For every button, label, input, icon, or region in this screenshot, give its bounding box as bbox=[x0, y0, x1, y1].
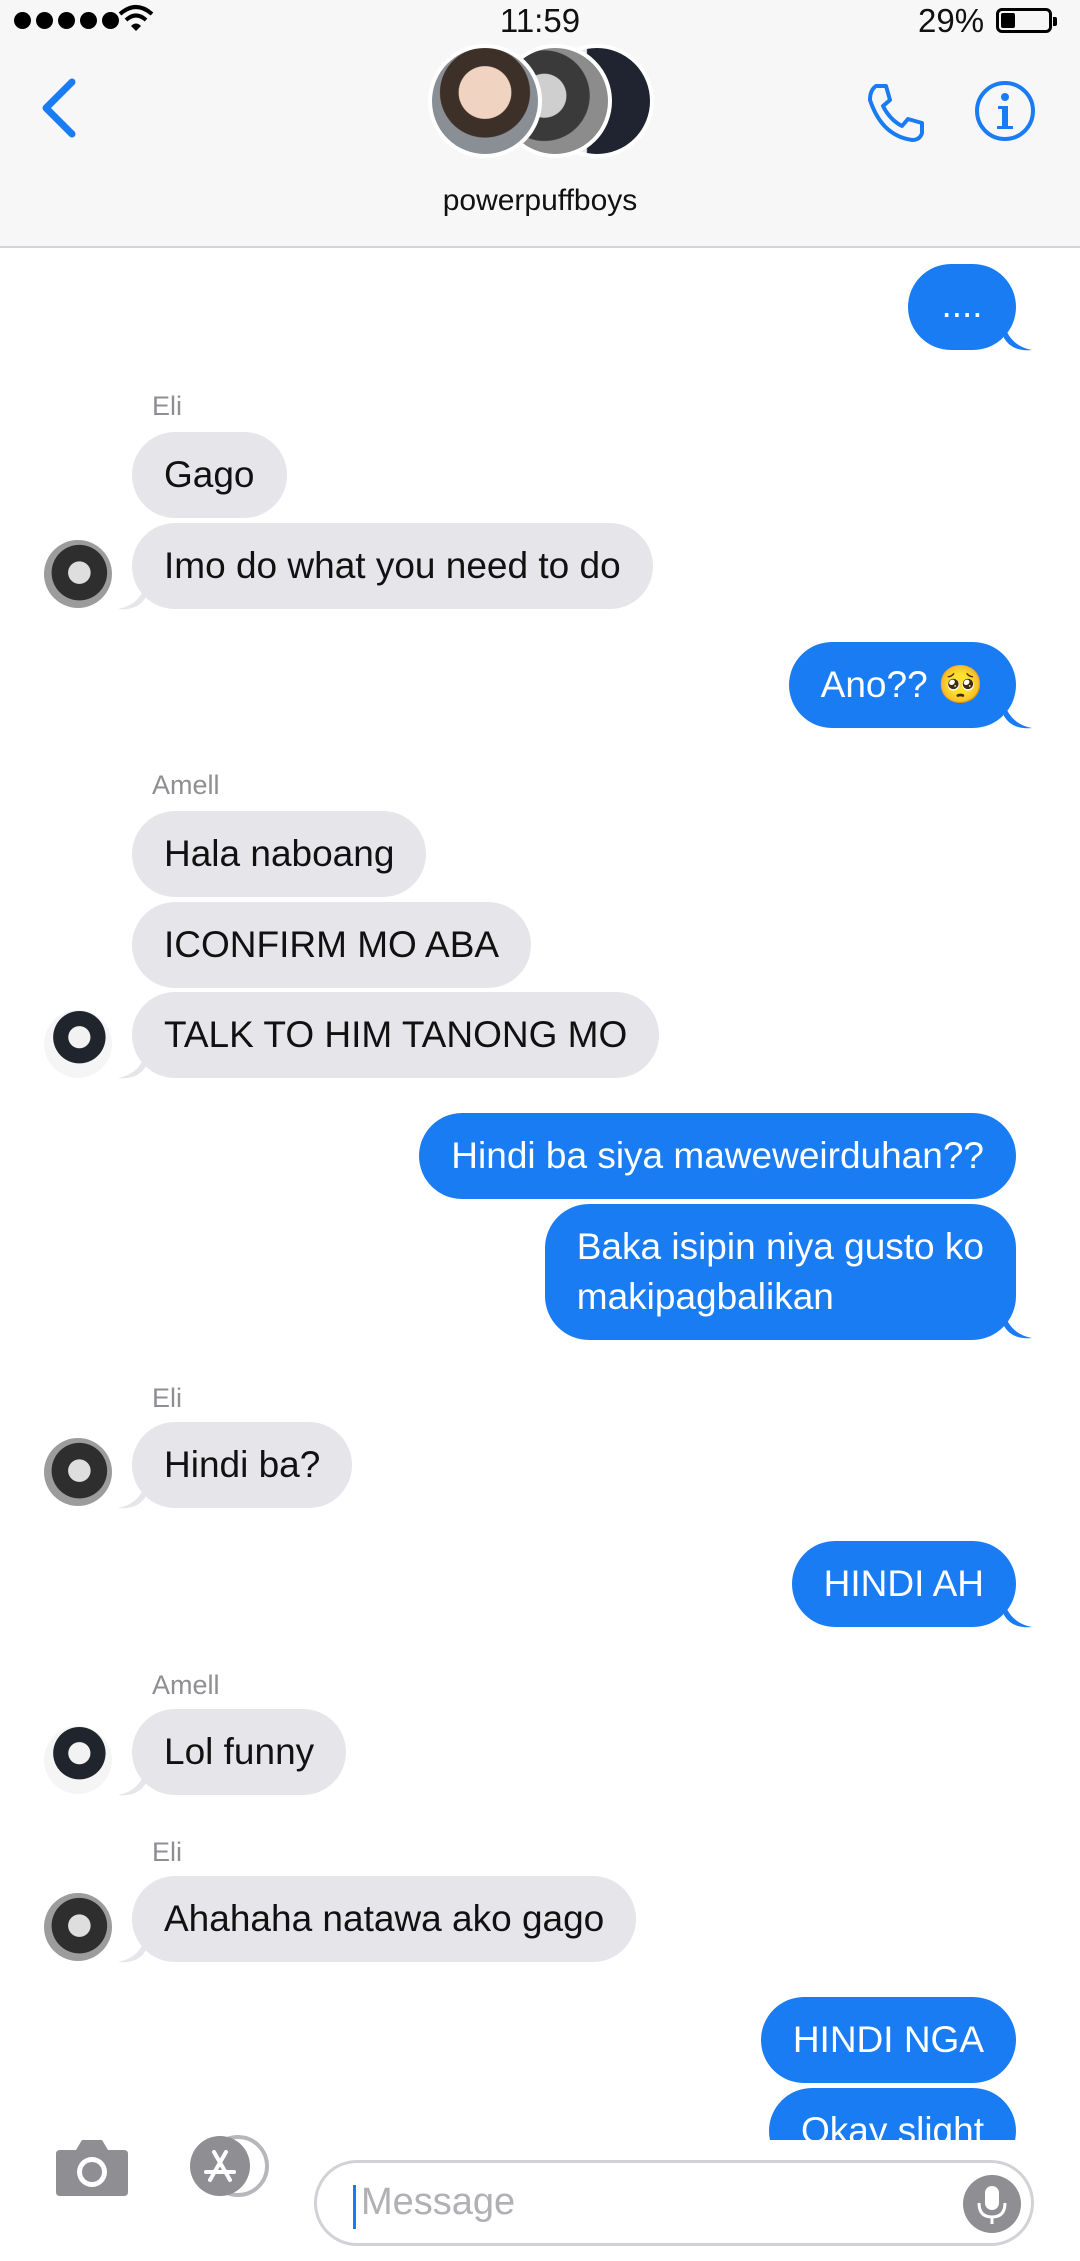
avatar-amell[interactable] bbox=[44, 1010, 112, 1078]
bubble-tail bbox=[1004, 1312, 1032, 1339]
group-avatars[interactable] bbox=[428, 44, 658, 164]
bubble-tail bbox=[118, 1482, 146, 1509]
avatar-eli[interactable] bbox=[44, 1438, 112, 1506]
bubble-tail bbox=[1004, 702, 1032, 729]
incoming-message[interactable]: TALK TO HIM TANONG MO bbox=[132, 992, 660, 1078]
avatar-eli[interactable] bbox=[44, 1893, 112, 1961]
bubble-tail bbox=[118, 1769, 146, 1796]
incoming-message[interactable]: Hala naboang bbox=[132, 811, 427, 897]
outgoing-message[interactable]: Baka isipin niya gusto ko makipagbalikan bbox=[544, 1204, 1016, 1340]
battery-icon bbox=[996, 8, 1057, 33]
phone-icon[interactable] bbox=[862, 80, 928, 146]
sender-name: Amell bbox=[152, 1670, 220, 1700]
bubble-tail bbox=[118, 583, 146, 610]
text-caret bbox=[353, 2185, 356, 2229]
sender-name: Amell bbox=[152, 770, 220, 800]
avatar-amell[interactable] bbox=[44, 1726, 112, 1794]
info-icon[interactable] bbox=[974, 80, 1036, 142]
outgoing-message[interactable]: HINDI NGA bbox=[760, 1997, 1016, 2083]
camera-icon[interactable] bbox=[54, 2134, 130, 2198]
sender-name: Eli bbox=[152, 1837, 183, 1867]
outgoing-message[interactable]: HINDI AH bbox=[791, 1541, 1016, 1627]
message-placeholder: Message bbox=[361, 2181, 516, 2223]
avatar bbox=[428, 44, 542, 158]
incoming-message[interactable]: Hindi ba? bbox=[132, 1422, 353, 1508]
outgoing-message[interactable]: Hindi ba siya maweweirduhan?? bbox=[419, 1113, 1016, 1199]
message-input[interactable]: Message bbox=[314, 2160, 1034, 2246]
sender-name: Eli bbox=[152, 391, 183, 421]
message-line: makipagbalikan bbox=[576, 1276, 834, 1317]
app-store-icon[interactable] bbox=[180, 2134, 272, 2198]
group-name[interactable]: powerpuffboys bbox=[0, 184, 1080, 218]
incoming-message[interactable]: Gago bbox=[132, 432, 287, 518]
bubble-tail bbox=[118, 1052, 146, 1079]
incoming-message[interactable]: Imo do what you need to do bbox=[132, 523, 653, 609]
conversation-header: 11:59 29% powerpuffboys bbox=[0, 0, 1080, 248]
outgoing-message[interactable]: .... bbox=[908, 264, 1016, 350]
bubble-tail bbox=[1004, 324, 1032, 351]
microphone-icon[interactable] bbox=[963, 2175, 1021, 2233]
bubble-tail bbox=[1004, 1601, 1032, 1628]
avatar-eli[interactable] bbox=[44, 540, 112, 608]
bubble-tail bbox=[118, 1936, 146, 1963]
incoming-message[interactable]: ICONFIRM MO ABA bbox=[132, 902, 532, 988]
sender-name: Eli bbox=[152, 1383, 183, 1413]
outgoing-message[interactable]: Ano?? 🥺 bbox=[788, 642, 1016, 728]
chevron-left-icon[interactable] bbox=[38, 78, 80, 138]
incoming-message[interactable]: Lol funny bbox=[132, 1709, 347, 1795]
status-bar: 11:59 29% bbox=[0, 0, 1080, 48]
message-line: Baka isipin niya gusto ko bbox=[576, 1226, 984, 1267]
incoming-message[interactable]: Ahahaha natawa ako gago bbox=[132, 1876, 637, 1962]
battery-percent: 29% bbox=[918, 2, 985, 39]
